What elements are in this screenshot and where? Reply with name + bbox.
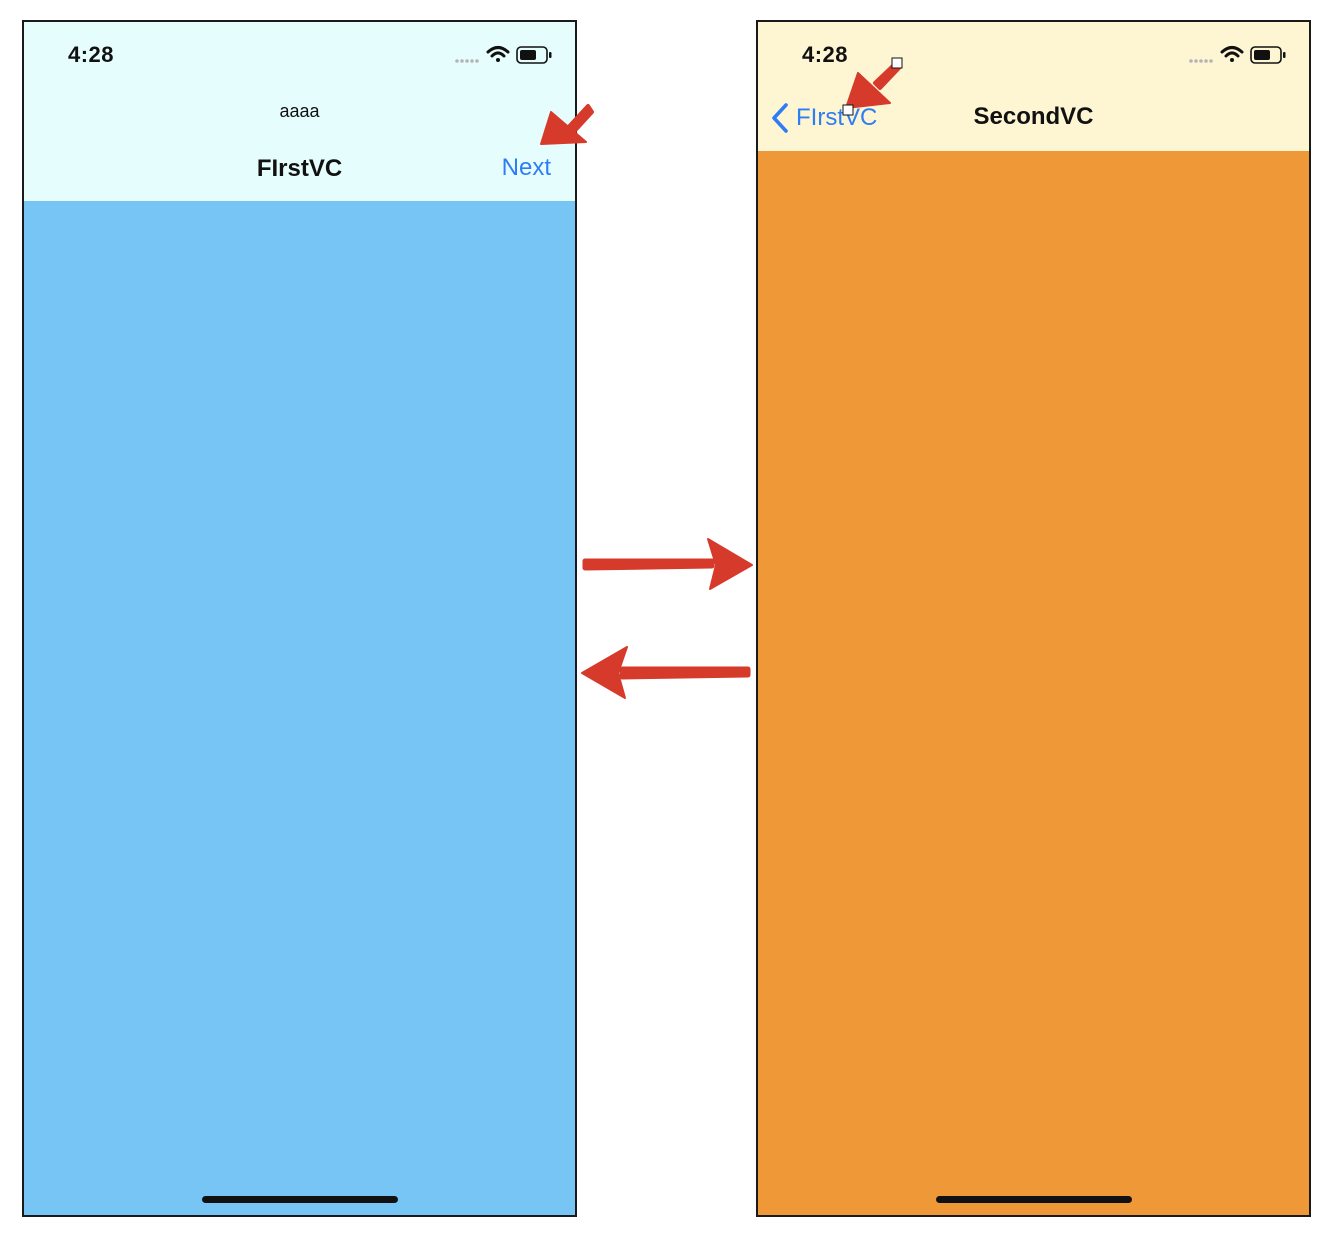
wifi-icon: [1220, 46, 1244, 62]
back-transition-arrow: [581, 646, 751, 699]
home-indicator[interactable]: [935, 1196, 1132, 1203]
first-vc-screen: 4:28 aaaa FIrstVC Next: [22, 20, 577, 1217]
status-bar-icons: [1189, 44, 1289, 66]
second-vc-navigation-bar: 4:28 FIrstVC SecondVC: [758, 22, 1309, 151]
wifi-icon: [486, 46, 510, 62]
status-bar-time: 4:28: [68, 42, 115, 67]
signal-dots-icon: [1189, 59, 1213, 63]
signal-dots-icon: [455, 59, 479, 63]
navigation-title: SecondVC: [973, 103, 1094, 130]
navigation-title: FIrstVC: [256, 155, 343, 182]
second-vc-screen: 4:28 FIrstVC SecondVC: [756, 20, 1311, 1217]
navigation-prompt: aaaa: [279, 101, 320, 121]
home-indicator[interactable]: [201, 1196, 398, 1203]
next-button[interactable]: Next: [502, 154, 551, 182]
battery-icon: [516, 46, 552, 64]
status-bar-icons: [455, 44, 555, 66]
forward-transition-arrow: [582, 538, 753, 590]
battery-icon: [1250, 46, 1286, 64]
status-bar-time: 4:28: [802, 42, 849, 67]
first-vc-navigation-bar: 4:28 aaaa FIrstVC Next: [24, 22, 575, 201]
